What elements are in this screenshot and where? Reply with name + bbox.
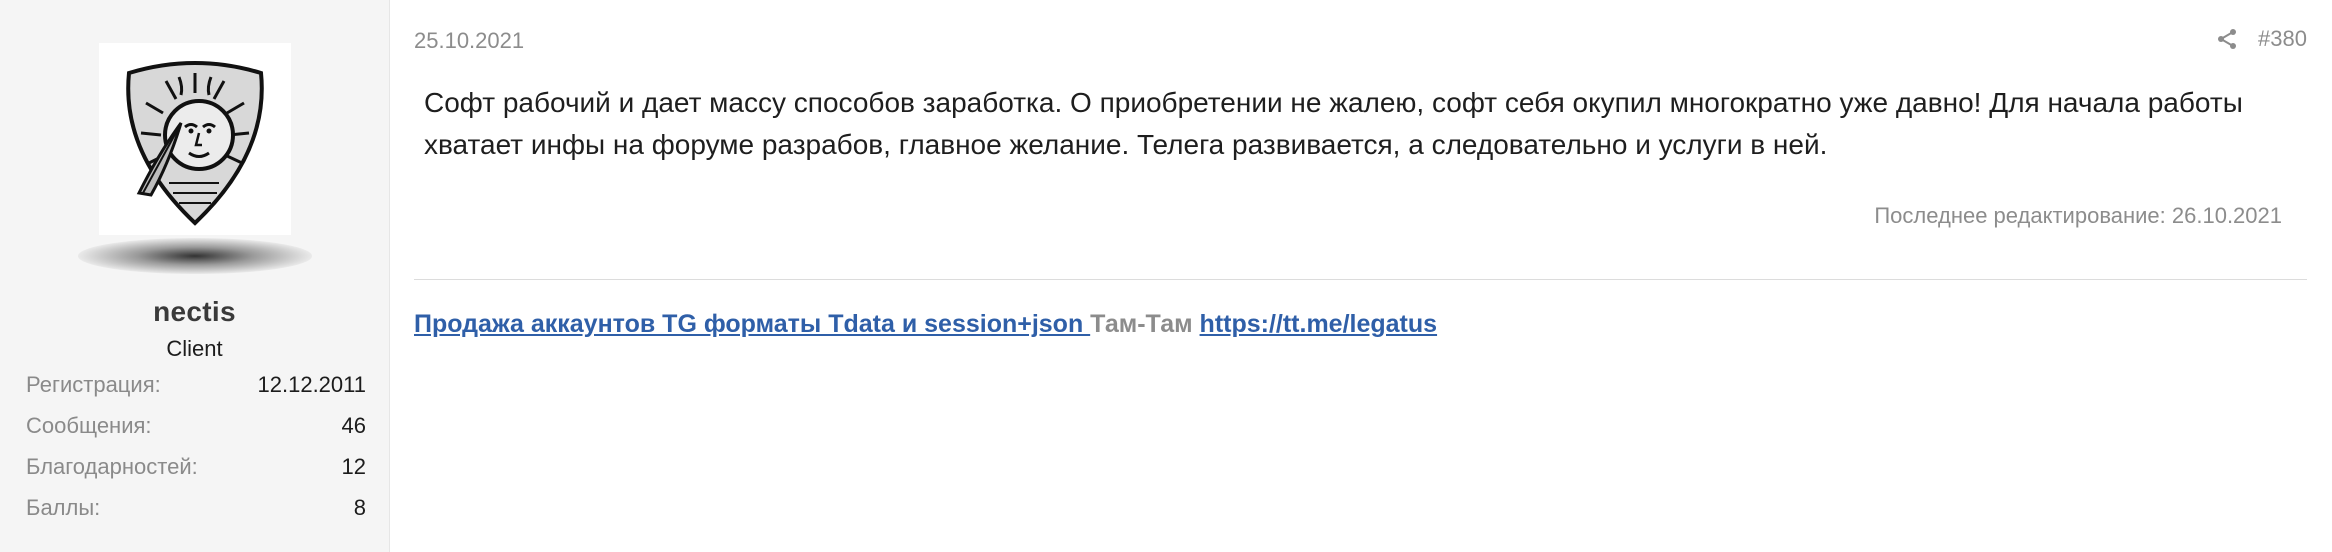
post-actions: #380 <box>2216 26 2307 52</box>
post-main: 25.10.2021 #380 Софт рабочий и дает масс… <box>390 0 2332 552</box>
user-stats: Регистрация: 12.12.2011 Сообщения: 46 Бл… <box>26 370 366 534</box>
signature: Продажа аккаунтов TG форматы Tdata и ses… <box>414 310 1437 339</box>
forum-post: nectis Client Регистрация: 12.12.2011 Со… <box>0 0 2332 552</box>
user-sidebar: nectis Client Регистрация: 12.12.2011 Со… <box>0 0 390 552</box>
stat-label: Сообщения: <box>26 413 152 438</box>
sun-face-shield-avatar-icon <box>99 43 291 235</box>
post-number[interactable]: #380 <box>2258 26 2307 52</box>
stat-label: Регистрация: <box>26 372 161 397</box>
avatar[interactable] <box>99 43 291 235</box>
post-date[interactable]: 25.10.2021 <box>414 28 524 54</box>
stat-value: 12.12.2011 <box>257 372 366 397</box>
stat-registration: Регистрация: 12.12.2011 <box>26 370 366 411</box>
stat-value: 12 <box>341 454 366 479</box>
stat-messages: Сообщения: 46 <box>26 411 366 452</box>
signature-link-sale[interactable]: Продажа аккаунтов TG форматы Tdata и ses… <box>414 310 1090 338</box>
user-title: Client <box>166 336 223 361</box>
share-icon[interactable] <box>2216 28 2238 50</box>
avatar-shadow <box>78 238 312 274</box>
stat-label: Баллы: <box>26 495 101 520</box>
stat-points: Баллы: 8 <box>26 493 366 534</box>
stat-value: 46 <box>341 413 366 438</box>
stat-value: 8 <box>353 495 366 520</box>
stat-label: Благодарностей: <box>26 454 198 479</box>
signature-divider <box>414 279 2307 280</box>
stat-thanks: Благодарностей: 12 <box>26 452 366 493</box>
username[interactable]: nectis <box>0 296 389 328</box>
last-edit-note: Последнее редактирование: 26.10.2021 <box>1874 203 2282 228</box>
post-message: Софт рабочий и дает массу способов зараб… <box>424 87 2243 160</box>
signature-text: Там-Там <box>1090 310 1193 338</box>
signature-link-url[interactable]: https://tt.me/legatus <box>1200 310 1438 338</box>
